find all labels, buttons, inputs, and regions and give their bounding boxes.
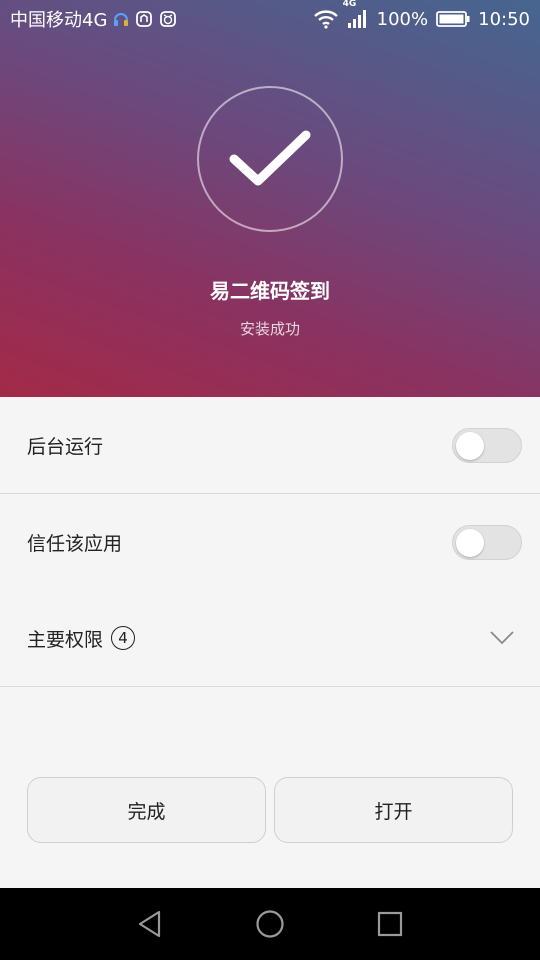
home-button[interactable] <box>230 888 310 960</box>
status-bar-left: 中国移动4G <box>10 6 177 32</box>
recents-square-icon <box>377 911 403 937</box>
permissions-label: 主要权限 <box>27 628 104 651</box>
background-run-label: 后台运行 <box>27 435 104 458</box>
battery-icon <box>436 10 470 28</box>
home-circle-icon <box>256 910 284 938</box>
chevron-down-icon[interactable] <box>490 631 514 645</box>
back-triangle-icon <box>138 910 161 938</box>
app-name: 易二维码签到 <box>210 279 330 303</box>
permissions-count-badge: 4 <box>111 626 136 650</box>
open-button[interactable]: 打开 <box>274 777 513 843</box>
permissions-row[interactable]: 主要权限 4 <box>0 590 540 686</box>
checkmark-icon <box>229 130 311 186</box>
battery-percent: 100% <box>376 8 429 30</box>
background-run-toggle[interactable] <box>452 427 522 463</box>
wifi-icon <box>313 9 339 29</box>
trust-app-label: 信任该应用 <box>27 532 123 555</box>
install-status: 安装成功 <box>239 320 300 338</box>
alarm-icon <box>159 10 177 28</box>
recents-button[interactable] <box>350 888 430 960</box>
toggle-knob <box>456 528 484 557</box>
navigation-bar <box>0 888 540 960</box>
status-bar: 中国移动4G 4G 100% 10:50 <box>0 0 540 38</box>
network-type-label: 4G <box>342 0 357 9</box>
carrier-label: 中国移动4G <box>10 10 108 31</box>
trust-app-toggle[interactable] <box>452 524 522 560</box>
screen: 中国移动4G 4G 100% 10:50 易二维码签到 安装成功 后台运行 信任… <box>0 0 540 960</box>
install-header: 中国移动4G 4G 100% 10:50 易二维码签到 安装成功 <box>0 0 540 397</box>
cell-signal-icon: 4G <box>343 0 369 29</box>
done-button[interactable]: 完成 <box>27 777 266 843</box>
clock: 10:50 <box>478 8 530 30</box>
background-run-row[interactable]: 后台运行 <box>0 397 540 493</box>
trust-app-row[interactable]: 信任该应用 <box>0 494 540 590</box>
status-bar-right: 4G 100% 10:50 <box>313 0 530 30</box>
toggle-knob <box>456 431 484 460</box>
success-badge <box>197 86 343 232</box>
headset-icon <box>113 10 129 28</box>
divider <box>0 686 540 687</box>
app-notification-icon <box>135 10 153 28</box>
back-button[interactable] <box>110 888 190 960</box>
permissions-label-group: 主要权限 4 <box>27 625 136 652</box>
